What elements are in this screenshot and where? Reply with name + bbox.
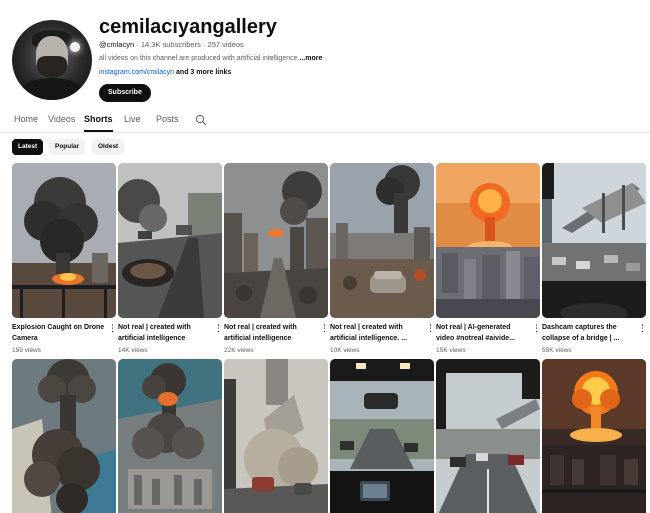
tab-videos[interactable]: Videos	[48, 108, 75, 132]
channel-links: instagram.com/cmilacyn and 3 more links	[99, 69, 231, 76]
more-vert-icon[interactable]: ⋮	[426, 323, 435, 335]
short-title[interactable]: Not real | created with artificial intel…	[118, 322, 212, 344]
channel-avatar[interactable]	[12, 20, 92, 100]
channel-header: cemilacıyangallery @cmlacyn · 14.3K subs…	[12, 16, 642, 104]
short-thumbnail[interactable]	[118, 163, 222, 318]
short-thumbnail[interactable]	[118, 359, 222, 513]
short-thumbnail[interactable]	[436, 163, 540, 318]
tabs-divider	[0, 132, 650, 133]
short-thumbnail[interactable]	[12, 163, 116, 318]
short-title[interactable]: Not real | AI-generated video #notreal #…	[436, 322, 530, 344]
chip-popular[interactable]: Popular	[49, 139, 86, 155]
chip-oldest[interactable]: Oldest	[92, 139, 125, 155]
short-thumbnail[interactable]	[330, 163, 434, 318]
short-views: 15K views	[436, 347, 466, 354]
more-vert-icon[interactable]: ⋮	[214, 323, 223, 335]
short-thumbnail[interactable]	[224, 163, 328, 318]
tab-posts[interactable]: Posts	[156, 108, 179, 132]
tab-shorts[interactable]: Shorts	[84, 108, 113, 132]
more-vert-icon[interactable]: ⋮	[108, 323, 117, 335]
short-title[interactable]: Not real | created with artificial intel…	[330, 322, 424, 344]
search-icon[interactable]	[195, 114, 207, 126]
channel-handle: @cmlacyn	[99, 40, 135, 49]
short-thumbnail[interactable]	[542, 163, 646, 318]
more-vert-icon[interactable]: ⋮	[532, 323, 541, 335]
short-thumbnail[interactable]	[542, 359, 646, 513]
short-views: 22K views	[224, 347, 254, 354]
short-thumbnail[interactable]	[436, 359, 540, 513]
subscriber-count: 14.3K subscribers	[140, 40, 201, 49]
more-vert-icon[interactable]: ⋮	[320, 323, 329, 335]
short-title[interactable]: Explosion Caught on Drone Camera	[12, 322, 106, 344]
video-count: 257 videos	[207, 40, 244, 49]
tab-live[interactable]: Live	[124, 108, 141, 132]
channel-title: cemilacıyangallery	[99, 16, 277, 38]
short-views: 159 views	[12, 347, 41, 354]
channel-description[interactable]: all videos on this channel are produced …	[99, 55, 322, 62]
short-views: 55K views	[542, 347, 572, 354]
short-thumbnail[interactable]	[330, 359, 434, 513]
short-thumbnail[interactable]	[12, 359, 116, 513]
chip-latest[interactable]: Latest	[12, 139, 44, 155]
instagram-link[interactable]: instagram.com/cmilacyn	[99, 69, 174, 76]
subscribe-button[interactable]: Subscribe	[99, 84, 151, 102]
more-vert-icon[interactable]: ⋮	[638, 323, 647, 335]
short-views: 10K views	[330, 347, 360, 354]
tab-home[interactable]: Home	[14, 108, 38, 132]
more-links-link[interactable]: and 3 more links	[176, 69, 231, 76]
short-views: 14K views	[118, 347, 148, 354]
channel-meta: @cmlacyn · 14.3K subscribers · 257 video…	[99, 40, 244, 49]
short-title[interactable]: Not real | created with artificial intel…	[224, 322, 318, 344]
short-thumbnail[interactable]	[224, 359, 328, 513]
shorts-grid: Explosion Caught on Drone Camera ⋮ 159 v…	[12, 163, 647, 513]
channel-tabs: Home Videos Shorts Live Posts	[12, 108, 642, 132]
short-title[interactable]: Dashcam captures the collapse of a bridg…	[542, 322, 636, 344]
description-more-link[interactable]: ...more	[299, 55, 322, 62]
